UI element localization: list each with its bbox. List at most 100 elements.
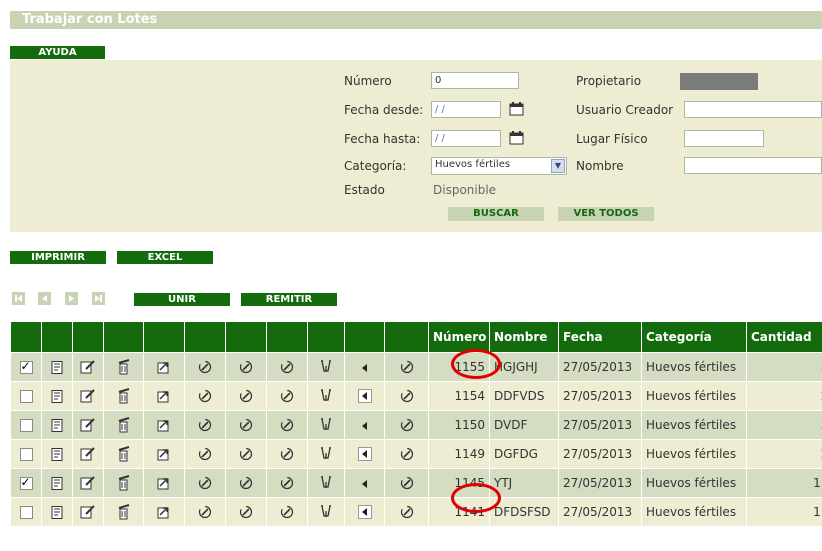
calendar-icon[interactable] [509,130,524,145]
back-icon[interactable] [357,447,372,462]
pencil-cell [384,439,429,469]
col-fecha[interactable]: Fecha [558,321,642,353]
row-checkbox[interactable] [19,419,33,432]
delete-icon[interactable] [117,388,131,404]
pencil-icon[interactable] [280,389,294,403]
edit-icon[interactable] [80,505,96,519]
fecha-desde-input[interactable] [431,101,501,118]
pencil-icon[interactable] [239,505,253,519]
excel-button[interactable]: EXCEL [117,251,213,264]
categoria-select[interactable]: Huevos fértiles ▼ [431,157,567,175]
pencil-icon[interactable] [280,476,294,490]
delete-icon[interactable] [117,504,131,520]
pencil-icon[interactable] [400,476,414,490]
edit-icon[interactable] [80,418,96,432]
back-icon[interactable] [359,476,371,490]
detail-cell [41,352,73,382]
cell-cantidad: 20 [746,439,822,469]
help-button[interactable]: AYUDA [10,46,105,59]
transfer-icon[interactable] [157,389,171,403]
col-numero[interactable]: Número [428,321,490,353]
pencil-icon[interactable] [280,505,294,519]
last-page-icon[interactable] [92,292,105,305]
next-page-icon[interactable] [65,292,78,305]
split-icon[interactable] [319,389,333,403]
nombre-input[interactable] [684,157,822,174]
buscar-button[interactable]: BUSCAR [448,207,544,221]
unir-button[interactable]: UNIR [134,293,230,306]
pencil-icon[interactable] [198,476,212,490]
delete-icon[interactable] [117,475,131,491]
pencil-icon[interactable] [239,389,253,403]
edit-icon[interactable] [80,447,96,461]
detail-icon[interactable] [51,476,63,490]
pencil-icon[interactable] [400,505,414,519]
numero-input[interactable] [431,72,519,89]
pencil-icon[interactable] [400,360,414,374]
split-icon[interactable] [319,447,333,461]
usuario-creador-input[interactable] [684,101,822,118]
pencil-icon[interactable] [198,418,212,432]
row-checkbox[interactable] [19,390,33,403]
detail-icon[interactable] [51,505,63,519]
back-icon[interactable] [359,360,371,374]
first-page-icon[interactable] [12,292,25,305]
edit-icon[interactable] [80,389,96,403]
prev-page-icon[interactable] [38,292,51,305]
transfer-icon[interactable] [157,360,171,374]
split-icon[interactable] [319,360,333,374]
detail-icon[interactable] [51,360,63,374]
transfer-icon[interactable] [157,418,171,432]
pencil-icon[interactable] [198,360,212,374]
col-cantidad[interactable]: Cantidad [746,321,822,353]
detail-icon[interactable] [51,418,63,432]
pencil-icon[interactable] [239,418,253,432]
lugar-fisico-input[interactable] [684,130,764,147]
back-icon[interactable] [359,418,371,432]
row-checkbox[interactable] [19,475,33,490]
edit-icon[interactable] [80,360,96,374]
chevron-down-icon[interactable]: ▼ [551,159,565,173]
split-icon[interactable] [319,505,333,519]
pencil-icon[interactable] [280,418,294,432]
pencil-cell [184,410,226,440]
calendar-icon[interactable] [509,101,524,116]
pencil-icon[interactable] [239,476,253,490]
transfer-icon[interactable] [157,476,171,490]
col-nombre[interactable]: Nombre [489,321,559,353]
delete-icon[interactable] [117,417,131,433]
edit-icon[interactable] [80,476,96,490]
detail-icon[interactable] [51,447,63,461]
split-icon[interactable] [319,476,333,490]
estado-label: Estado [344,183,385,197]
table-row: 1155HGJGHJ27/05/2013Huevos fértiles50 [10,352,822,382]
back-icon[interactable] [357,389,372,404]
transfer-icon[interactable] [157,505,171,519]
back-icon[interactable] [357,505,372,520]
edit-cell [72,497,104,527]
pencil-icon[interactable] [239,447,253,461]
pencil-icon[interactable] [280,360,294,374]
pencil-icon[interactable] [400,418,414,432]
pencil-icon[interactable] [400,389,414,403]
pencil-icon[interactable] [198,505,212,519]
col-categoria[interactable]: Categoría [641,321,747,353]
ver-todos-button[interactable]: VER TODOS [558,207,654,221]
split-icon[interactable] [319,418,333,432]
pencil-icon[interactable] [198,389,212,403]
imprimir-button[interactable]: IMPRIMIR [10,251,106,264]
delete-icon[interactable] [117,446,131,462]
row-checkbox[interactable] [19,448,33,461]
detail-icon[interactable] [51,389,63,403]
fecha-hasta-input[interactable] [431,130,501,147]
pencil-icon[interactable] [400,447,414,461]
row-checkbox[interactable] [19,359,33,374]
pencil-icon[interactable] [198,447,212,461]
delete-icon[interactable] [117,359,131,375]
pencil-icon[interactable] [239,360,253,374]
remitir-button[interactable]: REMITIR [241,293,337,306]
edit-cell [72,381,104,411]
pencil-icon[interactable] [280,447,294,461]
row-checkbox[interactable] [19,506,33,519]
transfer-icon[interactable] [157,447,171,461]
